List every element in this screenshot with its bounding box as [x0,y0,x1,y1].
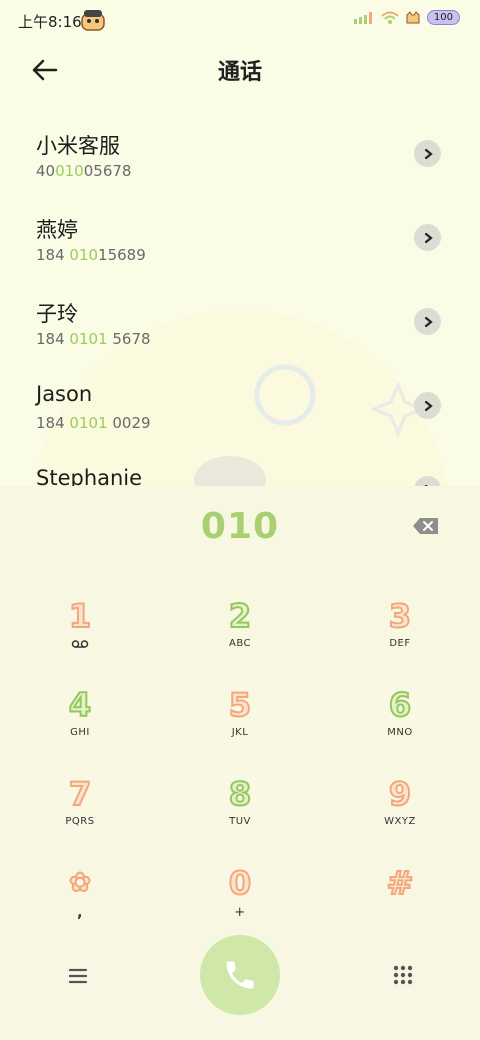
header: 通话 [0,46,480,94]
key-5[interactable]: 5 JKL [180,686,300,757]
mascot-icon [81,10,105,31]
key-letters: TUV [229,816,251,827]
status-icons: 100 [353,10,460,25]
key-digit: 8 [228,775,252,813]
key-hash[interactable]: # [340,864,460,935]
status-time: 上午8:16 [18,13,82,31]
key-0[interactable]: 0 + [180,864,300,935]
bottom-bar [0,930,480,1040]
key-3[interactable]: 3 DEF [340,597,460,668]
contact-name: Jason [36,382,93,406]
contact-name: 小米客服 [36,134,120,158]
key-digit: 5 [228,686,252,724]
list-item[interactable]: 子玲 184 0101 5678 [0,280,480,364]
cat-icon [406,10,420,23]
contact-number: 4001005678 [36,162,132,180]
key-letters: JKL [231,727,249,738]
contact-number: 184 01015689 [36,246,146,264]
key-digit: 2 [228,597,252,635]
key-digit: 6 [388,686,412,724]
menu-icon[interactable] [66,966,90,986]
list-item[interactable]: Jason 184 0101 0029 [0,364,480,448]
chevron-right-icon[interactable] [414,392,441,419]
wifi-icon [381,11,399,24]
chevron-right-icon[interactable] [414,224,441,251]
key-digit: 0 [228,864,252,902]
key-letters: + [234,905,246,920]
contact-name: Stephanie [36,466,143,486]
key-digit: 7 [68,775,92,813]
key-letters: ABC [228,638,251,649]
dialed-number: 010 [200,506,280,547]
chevron-right-icon[interactable] [414,308,441,335]
key-letters: MNO [387,727,413,738]
key-letters: WXYZ [384,816,416,827]
keypad-icon[interactable] [392,964,414,986]
list-item[interactable]: 小米客服 4001005678 [0,112,480,196]
status-bar: 上午8:16 100 [0,0,480,42]
key-digit: 9 [388,775,412,813]
key-letters: GHI [70,727,90,738]
key-digit: # [386,864,415,902]
chevron-right-icon[interactable] [414,476,441,486]
key-9[interactable]: 9 WXYZ [340,775,460,846]
key-6[interactable]: 6 MNO [340,686,460,757]
key-digit: 1 [68,597,92,635]
backspace-icon[interactable] [412,516,440,536]
battery-indicator: 100 [426,10,460,25]
contact-name: 子玲 [36,302,78,326]
key-letters: , [77,905,83,921]
flower-icon: ✿ [68,867,92,899]
contact-number: 184 0101 0029 [36,414,151,432]
key-2[interactable]: 2 ABC [180,597,300,668]
key-8[interactable]: 8 TUV [180,775,300,846]
key-digit: 3 [388,597,412,635]
phone-icon [226,961,254,989]
key-4[interactable]: 4 GHI [20,686,140,757]
list-item[interactable]: Stephanie [0,448,480,486]
contact-list[interactable]: 小米客服 4001005678 燕婷 184 01015689 子玲 184 0… [0,112,480,486]
call-button[interactable] [200,935,280,1015]
voicemail-icon [71,640,89,648]
key-letters: PQRS [65,816,95,827]
page-title: 通话 [217,60,262,85]
key-letters: DEF [389,638,411,649]
key-1[interactable]: 1 [20,597,140,668]
chevron-right-icon[interactable] [414,140,441,167]
contact-name: 燕婷 [36,218,78,242]
key-digit: 4 [68,686,92,724]
key-7[interactable]: 7 PQRS [20,775,140,846]
signal-icon [353,11,372,24]
key-star[interactable]: ✿ , [20,865,140,935]
list-item[interactable]: 燕婷 184 01015689 [0,196,480,280]
contact-number: 184 0101 5678 [36,330,151,348]
